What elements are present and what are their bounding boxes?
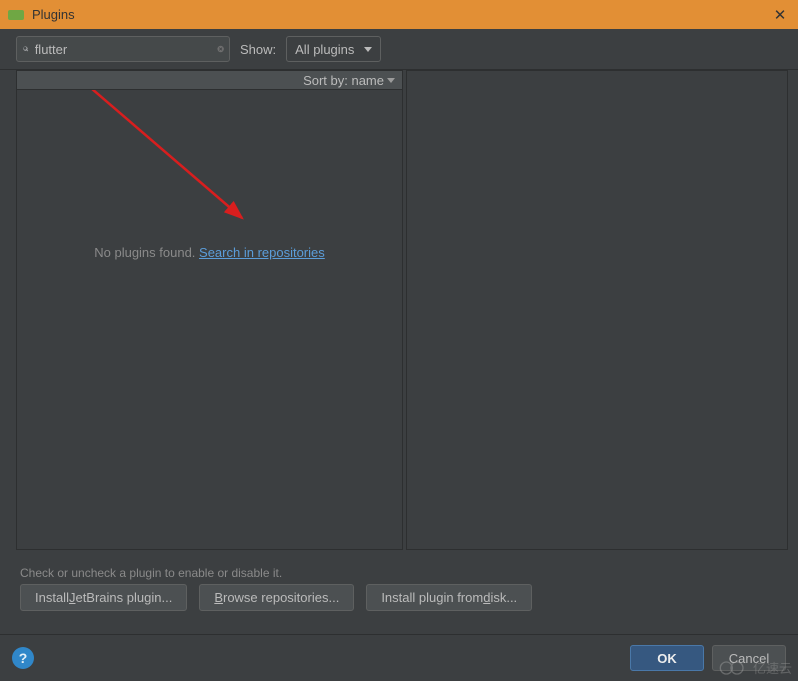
browse-repositories-button[interactable]: Browse repositories... [199, 584, 354, 611]
empty-message: No plugins found. Search in repositories [17, 245, 402, 260]
plugin-list: No plugins found. Search in repositories [16, 90, 403, 550]
clear-icon[interactable] [217, 40, 224, 58]
ok-button[interactable]: OK [630, 645, 704, 671]
install-from-disk-button[interactable]: Install plugin from disk... [366, 584, 532, 611]
search-repositories-link[interactable]: Search in repositories [199, 245, 325, 260]
empty-prefix: No plugins found. [94, 245, 199, 260]
show-dropdown[interactable]: All plugins [286, 36, 381, 62]
install-jetbrains-button[interactable]: Install JetBrains plugin... [20, 584, 187, 611]
cancel-button[interactable]: Cancel [712, 645, 786, 671]
annotation-arrow [17, 90, 404, 390]
app-icon [8, 10, 24, 20]
sort-label: Sort by: name [303, 73, 384, 88]
show-label: Show: [240, 42, 276, 57]
help-icon[interactable]: ? [12, 647, 34, 669]
sort-bar[interactable]: Sort by: name [16, 70, 403, 90]
close-icon[interactable]: ✕ [770, 6, 790, 24]
toolbar: Show: All plugins [0, 29, 798, 70]
show-selected-value: All plugins [295, 42, 354, 57]
chevron-down-icon [387, 78, 395, 83]
footer: ? OK Cancel [0, 634, 798, 681]
search-field[interactable] [16, 36, 230, 62]
plugin-detail-pane [406, 70, 788, 550]
plugin-list-pane: Sort by: name No plugins found. Search i… [16, 70, 403, 550]
hint-text: Check or uncheck a plugin to enable or d… [20, 566, 778, 580]
titlebar: Plugins ✕ [0, 0, 798, 29]
action-bar: Install JetBrains plugin... Browse repos… [20, 584, 532, 611]
search-input[interactable] [29, 42, 217, 57]
window-title: Plugins [32, 7, 770, 22]
body-area: Sort by: name No plugins found. Search i… [16, 70, 788, 550]
